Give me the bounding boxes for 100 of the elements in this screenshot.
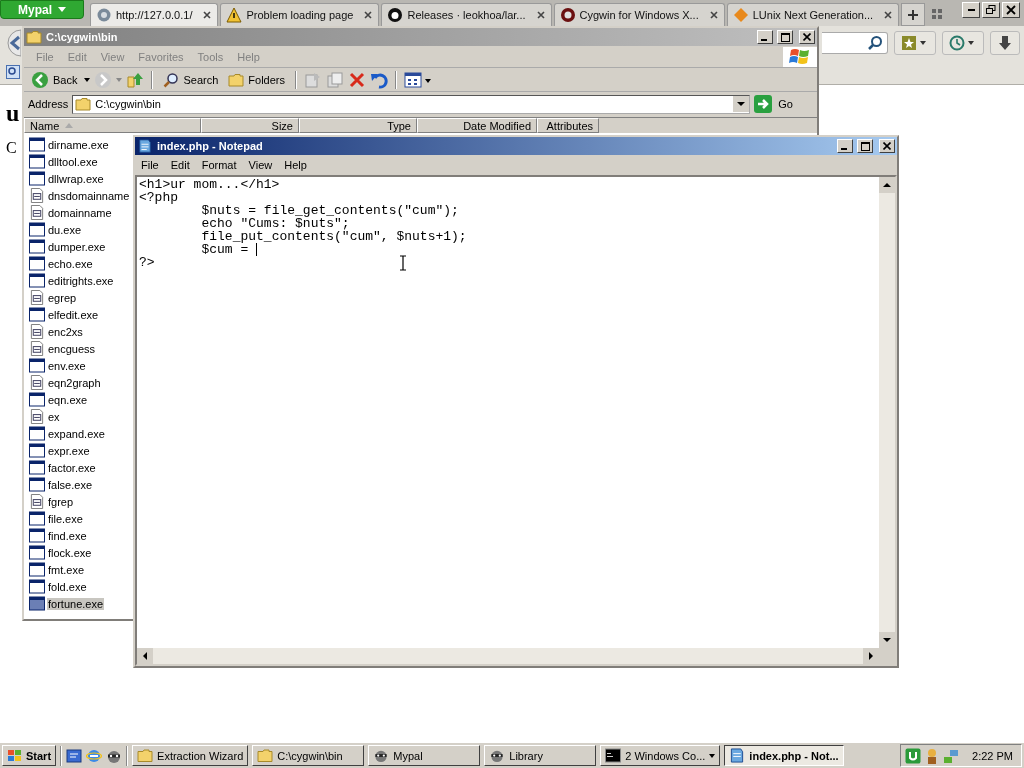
- taskbar-button[interactable]: Library: [484, 745, 597, 766]
- desktop-icon[interactable]: [66, 747, 83, 764]
- vertical-scrollbar[interactable]: [879, 177, 895, 648]
- history-button[interactable]: [942, 31, 984, 55]
- file-name[interactable]: du.exe: [47, 223, 83, 236]
- column-header[interactable]: Size: [201, 118, 299, 133]
- close-icon[interactable]: [202, 10, 213, 20]
- file-name[interactable]: flock.exe: [47, 546, 93, 559]
- file-name[interactable]: fold.exe: [47, 580, 88, 593]
- bookmarks-button[interactable]: [894, 31, 936, 55]
- close-icon[interactable]: [535, 10, 546, 20]
- menu-item[interactable]: Format: [201, 159, 237, 171]
- close-icon[interactable]: [363, 10, 374, 20]
- file-name[interactable]: fgrep: [47, 495, 75, 508]
- scroll-down-icon[interactable]: [879, 632, 895, 648]
- file-name[interactable]: dllwrap.exe: [47, 172, 105, 185]
- close-button[interactable]: [879, 139, 895, 153]
- file-name[interactable]: factor.exe: [47, 461, 97, 474]
- file-name[interactable]: dirname.exe: [47, 138, 110, 151]
- close-button[interactable]: [1002, 2, 1020, 18]
- application-icon: [29, 562, 45, 577]
- file-name[interactable]: dnsdomainname: [47, 189, 131, 202]
- file-name[interactable]: expand.exe: [47, 427, 106, 440]
- browser-tab[interactable]: LUnix Next Generation...: [726, 3, 900, 26]
- taskbar-button[interactable]: 2 Windows Co...: [600, 745, 721, 766]
- file-name[interactable]: fortune.exe: [47, 597, 105, 610]
- column-header[interactable]: Type: [299, 118, 417, 133]
- application-icon: [29, 426, 45, 441]
- back-button[interactable]: Back: [28, 68, 81, 91]
- scroll-right-icon[interactable]: [863, 648, 879, 664]
- file-name[interactable]: fmt.exe: [47, 563, 86, 576]
- file-name[interactable]: elfedit.exe: [47, 308, 100, 321]
- minimize-button[interactable]: [837, 139, 853, 153]
- file-name[interactable]: dlltool.exe: [47, 155, 99, 168]
- clock-icon: [949, 35, 977, 51]
- tab-grid-icon[interactable]: [931, 8, 944, 20]
- dropdown-arrow-icon[interactable]: [84, 77, 91, 82]
- scroll-up-icon[interactable]: [879, 177, 895, 193]
- taskbar-button[interactable]: C:\cygwin\bin: [252, 745, 365, 766]
- file-name[interactable]: egrep: [47, 291, 78, 304]
- restore-button[interactable]: [982, 2, 1000, 18]
- page-heading: u: [6, 99, 20, 127]
- window-title: C:\cygwin\bin: [46, 31, 118, 43]
- dropdown-button[interactable]: [733, 96, 750, 112]
- close-icon[interactable]: [883, 10, 894, 20]
- file-name[interactable]: enc2xs: [47, 325, 84, 338]
- application-icon: [29, 528, 45, 543]
- menu-item[interactable]: View: [248, 159, 273, 171]
- search-button[interactable]: Search: [160, 68, 222, 91]
- minimize-button[interactable]: [962, 2, 980, 18]
- menu-item[interactable]: File: [141, 159, 159, 171]
- bookmark-icon[interactable]: [6, 65, 20, 79]
- horizontal-scrollbar[interactable]: [137, 648, 879, 664]
- file-name[interactable]: encguess: [47, 342, 97, 355]
- file-name[interactable]: expr.exe: [47, 444, 91, 457]
- browser-tab[interactable]: Cygwin for Windows X...: [553, 3, 725, 26]
- file-name[interactable]: dumper.exe: [47, 240, 107, 253]
- taskbar-button[interactable]: index.php - Not...: [724, 745, 844, 766]
- column-header[interactable]: Date Modified: [417, 118, 537, 133]
- file-name[interactable]: domainname: [47, 206, 113, 219]
- column-header[interactable]: Attributes: [537, 118, 599, 133]
- file-name[interactable]: eqn.exe: [47, 393, 89, 406]
- menu-item[interactable]: Help: [284, 159, 307, 171]
- search-icon[interactable]: [867, 35, 883, 51]
- menu-item[interactable]: Edit: [170, 159, 190, 171]
- views-icon[interactable]: [404, 70, 432, 89]
- window-title: index.php - Notepad: [157, 140, 263, 152]
- file-name[interactable]: editrights.exe: [47, 274, 115, 287]
- delete-icon[interactable]: [348, 70, 366, 89]
- go-button[interactable]: Go: [754, 93, 813, 115]
- code-line: ?>: [139, 256, 155, 269]
- u-logo-icon[interactable]: [905, 747, 922, 764]
- column-header[interactable]: Name: [24, 118, 201, 133]
- file-name[interactable]: ex: [47, 410, 61, 423]
- address-field[interactable]: C:\cygwin\bin: [72, 94, 751, 114]
- star-icon: [901, 35, 929, 51]
- file-name[interactable]: find.exe: [47, 529, 88, 542]
- application-icon: [29, 579, 45, 594]
- scroll-left-icon[interactable]: [137, 648, 153, 664]
- taskbar-button[interactable]: Mypal: [368, 745, 481, 766]
- new-tab-button[interactable]: [901, 3, 926, 26]
- back-button[interactable]: [4, 28, 21, 58]
- close-icon[interactable]: [708, 10, 719, 20]
- file-name[interactable]: eqn2graph: [47, 376, 102, 389]
- taskbar-button[interactable]: Extraction Wizard: [132, 745, 249, 766]
- file-name[interactable]: false.exe: [47, 478, 94, 491]
- file-name[interactable]: echo.exe: [47, 257, 94, 270]
- maximize-icon: [780, 32, 790, 42]
- search-field[interactable]: [822, 32, 888, 54]
- code-line: <?php: [139, 191, 178, 204]
- folders-button[interactable]: Folders: [225, 68, 288, 91]
- file-name[interactable]: env.exe: [47, 359, 87, 372]
- browser-tab[interactable]: Problem loading page: [220, 3, 380, 26]
- maximize-button[interactable]: [857, 139, 873, 153]
- browser-tab[interactable]: http://127.0.0.1/: [90, 3, 219, 26]
- file-name[interactable]: file.exe: [47, 512, 84, 525]
- browser-tab[interactable]: Releases · leokhoa/lar...: [381, 3, 552, 26]
- application-icon: [29, 222, 45, 237]
- start-button[interactable]: Start: [2, 745, 57, 766]
- download-button[interactable]: [990, 31, 1020, 55]
